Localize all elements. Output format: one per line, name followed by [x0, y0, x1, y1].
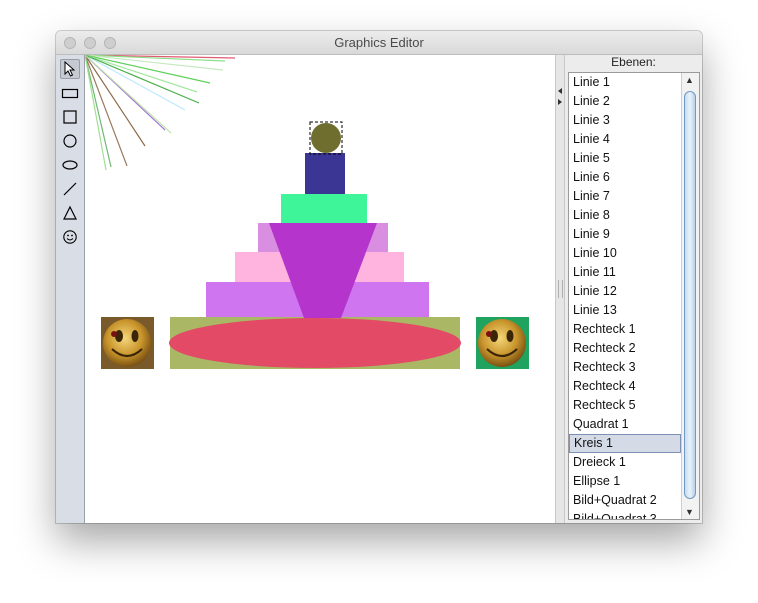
- layer-item[interactable]: Ellipse 1: [569, 472, 681, 491]
- layer-item[interactable]: Linie 6: [569, 168, 681, 187]
- triangle-tool[interactable]: [60, 203, 80, 223]
- line-icon: [63, 182, 77, 196]
- layer-item[interactable]: Bild+Quadrat 3: [569, 510, 681, 519]
- layer-item[interactable]: Linie 7: [569, 187, 681, 206]
- ellipse-icon: [62, 160, 78, 170]
- scroll-up-icon[interactable]: ▲: [685, 75, 694, 85]
- layer-item[interactable]: Linie 11: [569, 263, 681, 282]
- circle-1-shape[interactable]: [311, 123, 341, 153]
- rect-1-shape[interactable]: [281, 194, 367, 223]
- drawing-canvas[interactable]: [84, 54, 555, 523]
- circle-icon: [63, 134, 77, 148]
- ellipse-tool[interactable]: [60, 155, 80, 175]
- line-12-shape[interactable]: [84, 54, 112, 168]
- layer-item[interactable]: Kreis 1: [569, 434, 681, 453]
- line-11-shape[interactable]: [84, 54, 128, 167]
- layer-item[interactable]: Linie 10: [569, 244, 681, 263]
- layer-item[interactable]: Rechteck 4: [569, 377, 681, 396]
- line-fan[interactable]: [84, 54, 236, 171]
- scrollbar-thumb[interactable]: [684, 91, 696, 499]
- tool-palette: [56, 55, 85, 523]
- layer-item[interactable]: Linie 2: [569, 92, 681, 111]
- layer-item[interactable]: Linie 4: [569, 130, 681, 149]
- layer-item[interactable]: Linie 13: [569, 301, 681, 320]
- scroll-down-icon[interactable]: ▼: [685, 507, 694, 517]
- layer-item[interactable]: Linie 8: [569, 206, 681, 225]
- layer-item[interactable]: Linie 9: [569, 225, 681, 244]
- select-tool[interactable]: [60, 59, 80, 79]
- rectangle-tool[interactable]: [60, 83, 80, 103]
- square-icon: [63, 110, 77, 124]
- line-7-shape[interactable]: [84, 54, 200, 104]
- title-bar: Graphics Editor: [56, 31, 702, 55]
- layer-item[interactable]: Rechteck 1: [569, 320, 681, 339]
- app-window: Graphics Editor Ebenen: Linie 1 Linie 2 …: [56, 31, 702, 523]
- layer-item[interactable]: Bild+Quadrat 2: [569, 491, 681, 510]
- layers-title: Ebenen:: [611, 55, 656, 69]
- square-tool[interactable]: [60, 107, 80, 127]
- image-square-3[interactable]: [476, 317, 529, 369]
- window-title: Graphics Editor: [334, 35, 424, 50]
- layers-list[interactable]: Linie 1 Linie 2 Linie 3 Linie 4 Linie 5 Linie…: [568, 72, 700, 520]
- layers-panel: Ebenen: Linie 1 Linie 2 Linie 3 Linie 4 Lini…: [565, 55, 702, 523]
- drawing-surface: [84, 54, 529, 369]
- cursor-icon: [64, 61, 76, 77]
- layer-item[interactable]: Linie 12: [569, 282, 681, 301]
- layers-scrollbar[interactable]: ▲ ▼: [681, 73, 699, 519]
- rectangle-icon: [61, 88, 79, 99]
- square-1-shape[interactable]: [305, 153, 345, 194]
- split-pane-divider[interactable]: [555, 55, 565, 523]
- layer-item[interactable]: Dreieck 1: [569, 453, 681, 472]
- smiley-icon: [63, 230, 77, 244]
- layer-item[interactable]: Linie 3: [569, 111, 681, 130]
- image-tool[interactable]: [60, 227, 80, 247]
- collapse-arrows-icon[interactable]: [556, 87, 564, 117]
- layer-item[interactable]: Rechteck 5: [569, 396, 681, 415]
- layer-item[interactable]: Rechteck 2: [569, 339, 681, 358]
- layer-item[interactable]: Linie 5: [569, 149, 681, 168]
- image-square-2[interactable]: [101, 317, 154, 369]
- layer-item[interactable]: Rechteck 3: [569, 358, 681, 377]
- splitter-grip: [558, 280, 563, 298]
- line-tool[interactable]: [60, 179, 80, 199]
- layer-item[interactable]: Linie 1: [569, 73, 681, 92]
- triangle-icon: [63, 205, 77, 220]
- layer-items: Linie 1 Linie 2 Linie 3 Linie 4 Linie 5 Linie…: [569, 73, 699, 519]
- layer-item[interactable]: Quadrat 1: [569, 415, 681, 434]
- ellipse-1-shape[interactable]: [169, 318, 461, 368]
- circle-tool[interactable]: [60, 131, 80, 151]
